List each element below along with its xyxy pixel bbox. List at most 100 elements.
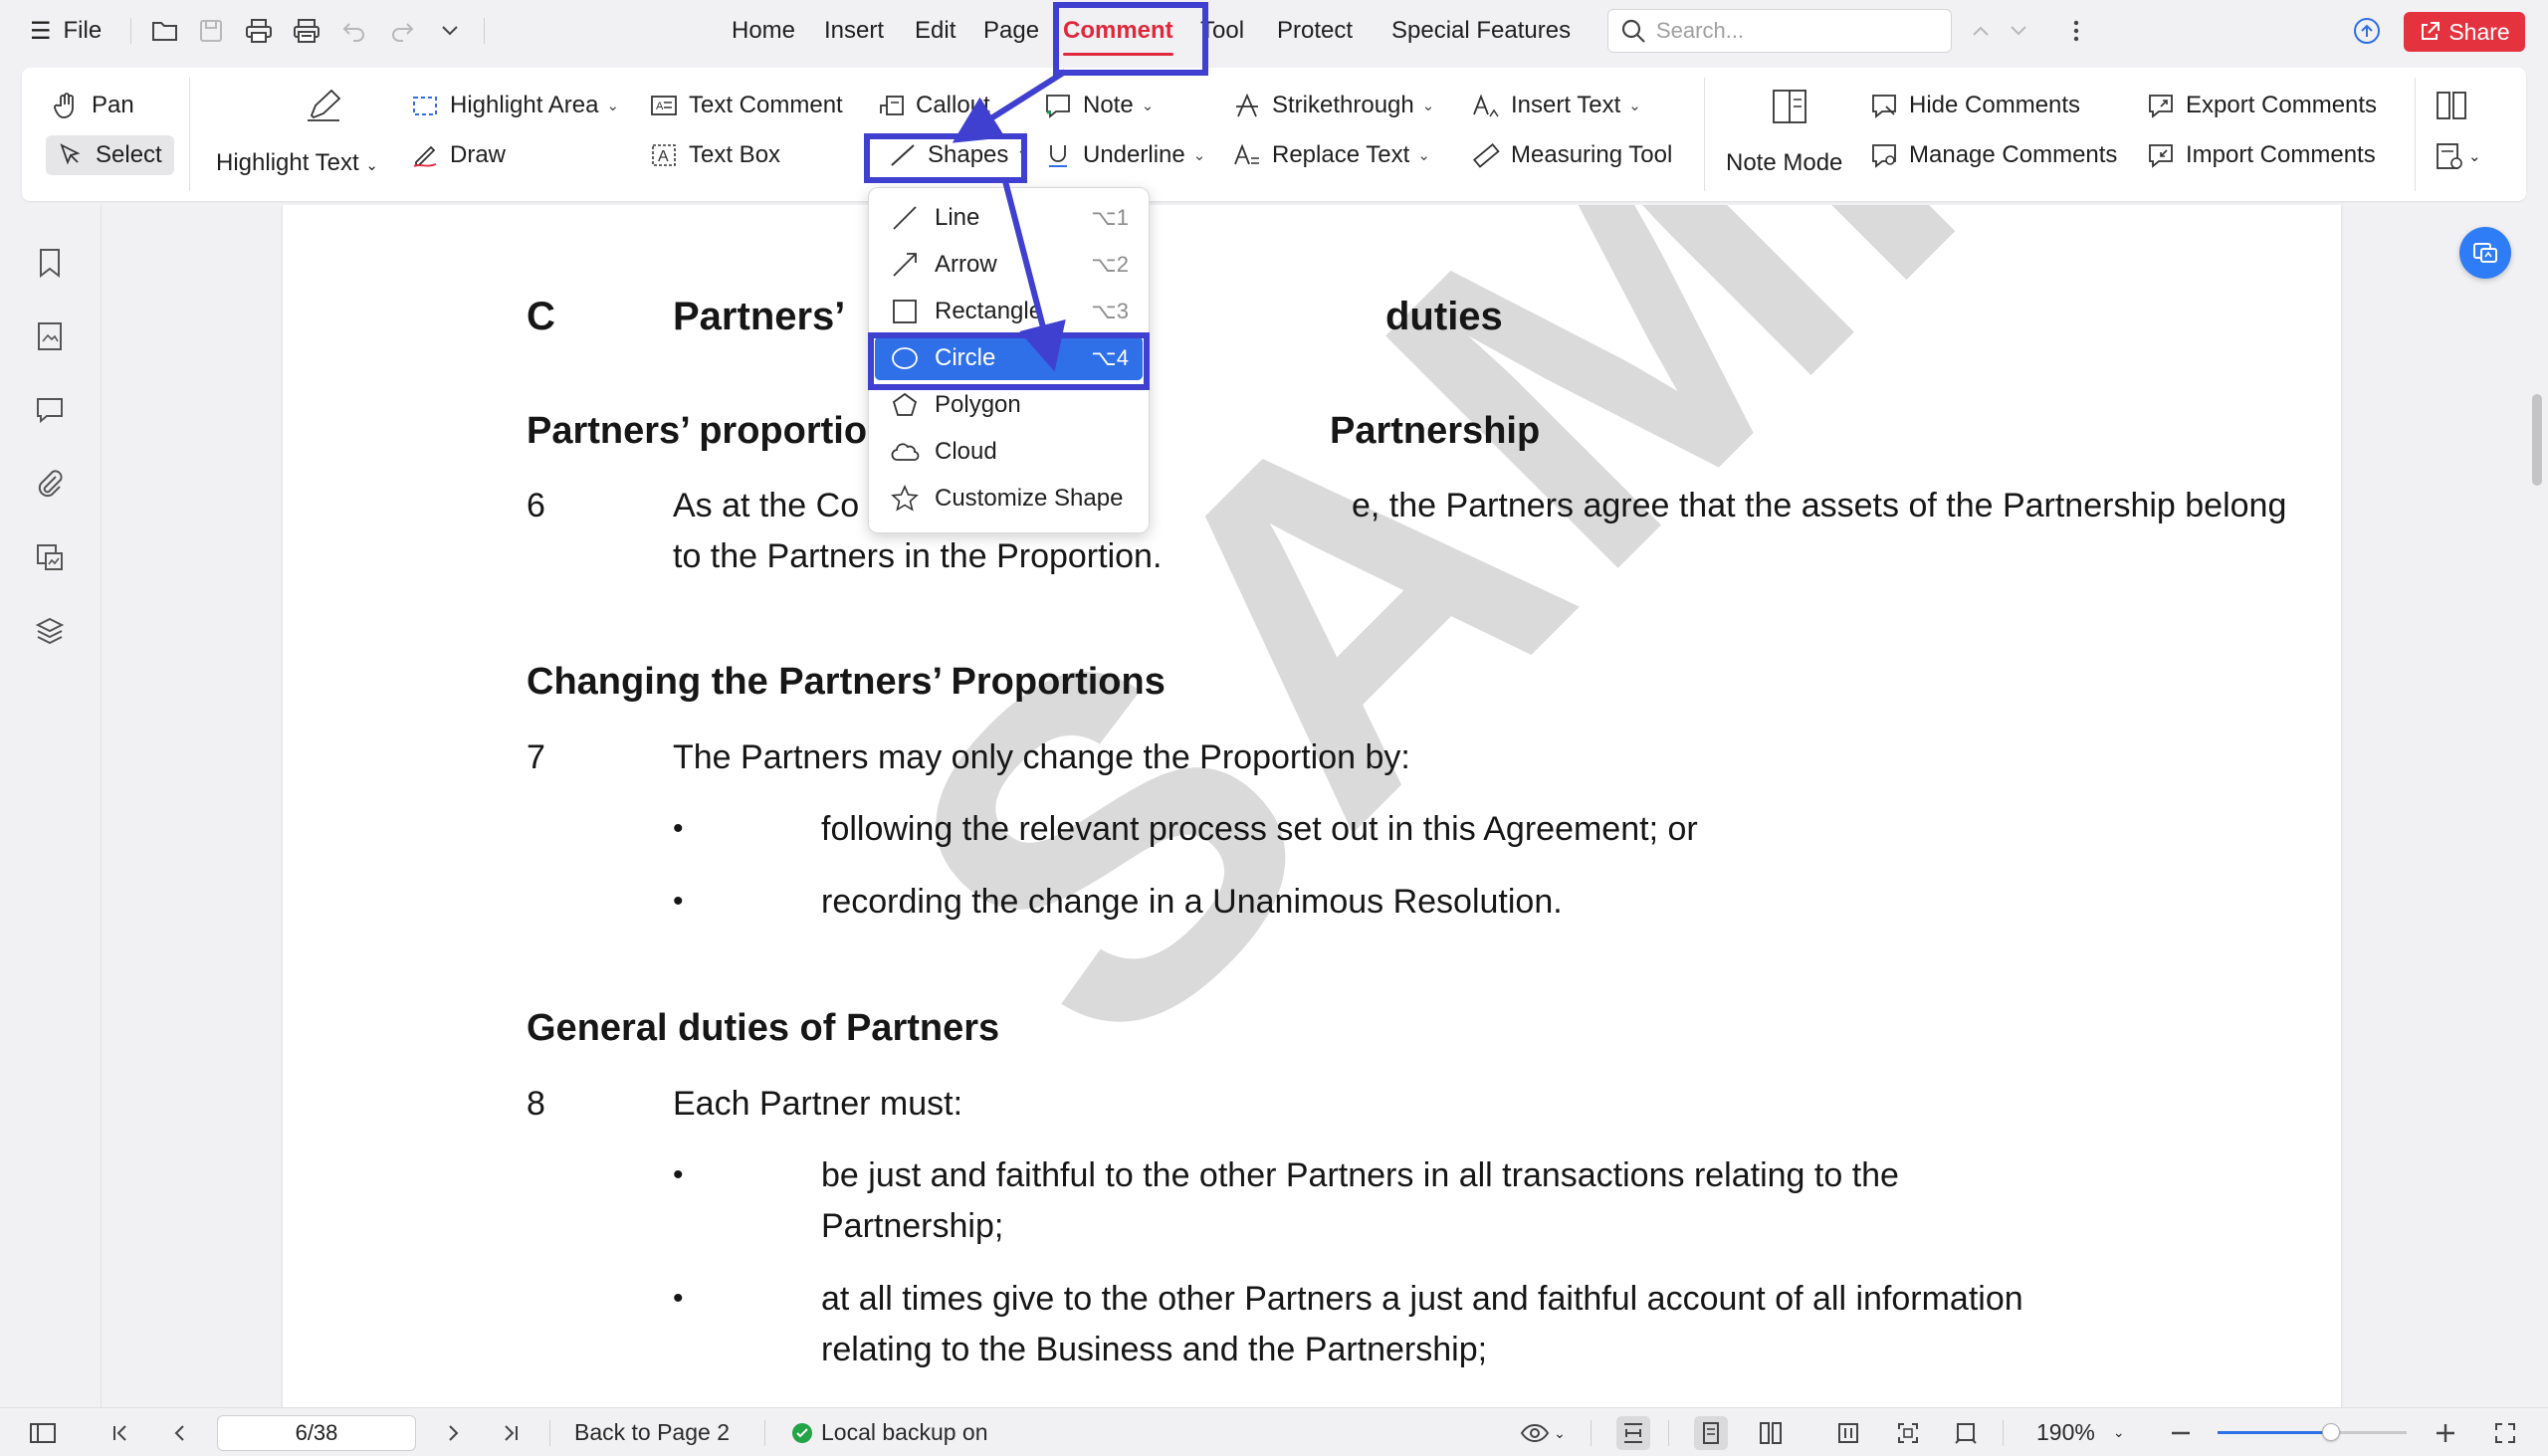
toggle-sidebar-icon[interactable] bbox=[26, 1416, 60, 1450]
strikethrough-button[interactable]: Strikethrough ⌄ bbox=[1232, 86, 1434, 125]
tab-special-features[interactable]: Special Features bbox=[1391, 14, 1571, 48]
two-page-icon[interactable] bbox=[1754, 1416, 1788, 1450]
signature-icon[interactable] bbox=[32, 539, 68, 575]
zoom-out-icon[interactable] bbox=[2164, 1416, 2198, 1450]
share-icon bbox=[2419, 21, 2441, 43]
cloud-upload-icon[interactable] bbox=[2351, 15, 2383, 47]
fit-width-icon[interactable] bbox=[1616, 1416, 1650, 1450]
redo-icon[interactable] bbox=[386, 15, 418, 47]
document-view[interactable]: SAMPLE C Partners’ duties Partners’ prop… bbox=[103, 205, 2521, 1407]
tab-protect[interactable]: Protect bbox=[1277, 14, 1353, 48]
note-mode-button[interactable]: Note Mode bbox=[1726, 82, 1855, 187]
comment-settings-dropdown[interactable]: ⌄ bbox=[2435, 141, 2481, 171]
bookmark-icon[interactable] bbox=[32, 245, 68, 281]
highlight-area-label: Highlight Area bbox=[450, 92, 599, 118]
undo-icon[interactable] bbox=[338, 15, 370, 47]
next-page-icon[interactable] bbox=[436, 1416, 470, 1450]
compare-icon[interactable] bbox=[2435, 90, 2468, 121]
read-mode-dropdown[interactable]: ⌄ bbox=[1513, 1416, 1573, 1450]
search-input[interactable] bbox=[1656, 18, 1935, 44]
print-preview-icon[interactable] bbox=[291, 15, 322, 47]
shape-item-label: Polygon bbox=[935, 391, 1021, 418]
zoom-slider[interactable] bbox=[2218, 1423, 2407, 1441]
share-button[interactable]: Share bbox=[2404, 12, 2525, 52]
shape-item-customize-shape[interactable]: Customize Shape bbox=[875, 477, 1143, 520]
tab-page[interactable]: Page bbox=[983, 14, 1039, 48]
zoom-level-dropdown[interactable]: 190% ⌄ bbox=[2036, 1408, 2125, 1456]
shape-item-label: Line bbox=[935, 204, 980, 231]
actual-size-icon[interactable] bbox=[1949, 1416, 1983, 1450]
insert-text-button[interactable]: Insert Text ⌄ bbox=[1471, 86, 1641, 125]
text-box-button[interactable]: A Text Box bbox=[649, 135, 780, 175]
ai-assistant-float-button[interactable] bbox=[2459, 227, 2511, 279]
highlight-area-button[interactable]: Highlight Area ⌄ bbox=[410, 86, 619, 125]
underline-label: Underline bbox=[1083, 141, 1185, 168]
thumbnail-icon[interactable] bbox=[32, 318, 68, 354]
tab-insert[interactable]: Insert bbox=[824, 14, 884, 48]
divider bbox=[2003, 1420, 2004, 1446]
highlight-text-label: Highlight Text bbox=[216, 149, 359, 176]
highlight-text-button[interactable]: Highlight Text ⌄ bbox=[216, 82, 378, 187]
divider bbox=[189, 78, 190, 191]
note-button[interactable]: Note ⌄ bbox=[1043, 86, 1154, 125]
clause-6-line1-left: As at the Co bbox=[673, 487, 860, 524]
shape-item-arrow[interactable]: Arrow ⌥2 bbox=[875, 243, 1143, 287]
search-next-chevron-down-icon[interactable] bbox=[2003, 15, 2034, 47]
backup-status[interactable]: Local backup on bbox=[791, 1408, 988, 1456]
print-icon[interactable] bbox=[243, 15, 275, 47]
hand-icon bbox=[52, 91, 82, 120]
divider bbox=[549, 1420, 550, 1446]
cloud-icon bbox=[889, 436, 921, 468]
fit-page-icon[interactable] bbox=[1891, 1416, 1925, 1450]
tab-edit[interactable]: Edit bbox=[915, 14, 956, 48]
shape-item-label: Customize Shape bbox=[935, 485, 1124, 512]
first-page-icon[interactable] bbox=[104, 1416, 137, 1450]
fullscreen-icon[interactable] bbox=[2488, 1416, 2522, 1450]
back-to-page-link[interactable]: Back to Page 2 bbox=[574, 1408, 730, 1456]
underline-button[interactable]: Underline ⌄ bbox=[1043, 135, 1205, 175]
shape-item-line[interactable]: Line ⌥1 bbox=[875, 196, 1143, 240]
previous-page-icon[interactable] bbox=[163, 1416, 197, 1450]
zoom-in-icon[interactable] bbox=[2429, 1416, 2462, 1450]
shape-item-label: Cloud bbox=[935, 438, 997, 465]
comments-icon[interactable] bbox=[32, 392, 68, 428]
zoom-level-label: 190% bbox=[2036, 1419, 2095, 1445]
search-prev-chevron-up-icon[interactable] bbox=[1965, 15, 1997, 47]
tab-home[interactable]: Home bbox=[732, 14, 795, 48]
measuring-tool-button[interactable]: Measuring Tool bbox=[1471, 135, 1672, 175]
last-page-icon[interactable] bbox=[494, 1416, 528, 1450]
page-number-input[interactable] bbox=[217, 1415, 416, 1451]
search-box[interactable] bbox=[1607, 9, 1952, 53]
single-page-icon[interactable] bbox=[1694, 1416, 1728, 1450]
pan-tool-button[interactable]: Pan bbox=[52, 86, 134, 125]
zoom-slider-knob[interactable] bbox=[2322, 1423, 2340, 1441]
more-chevron-down-icon[interactable] bbox=[434, 15, 466, 47]
bullet-dot: • bbox=[673, 1282, 684, 1315]
text-comment-button[interactable]: A Text Comment bbox=[649, 86, 843, 125]
text-comment-label: Text Comment bbox=[689, 92, 843, 118]
clause-7-text: The Partners may only change the Proport… bbox=[673, 738, 1410, 776]
select-tool-button[interactable]: Select bbox=[46, 135, 174, 175]
file-menu[interactable]: ☰ File bbox=[30, 14, 102, 48]
attachment-icon[interactable] bbox=[32, 466, 68, 502]
shape-item-cloud[interactable]: Cloud bbox=[875, 430, 1143, 474]
import-comments-button[interactable]: Import Comments bbox=[2146, 135, 2376, 175]
replace-text-button[interactable]: Replace Text ⌄ bbox=[1232, 135, 1430, 175]
open-folder-icon[interactable] bbox=[149, 15, 181, 47]
save-icon[interactable] bbox=[195, 15, 227, 47]
scrollbar-thumb[interactable] bbox=[2532, 394, 2542, 486]
vertical-scrollbar[interactable] bbox=[2526, 205, 2548, 1407]
export-comments-button[interactable]: Export Comments bbox=[2146, 86, 2377, 125]
clause-8-bullet-2-line2: relating to the Business and the Partner… bbox=[821, 1331, 1488, 1368]
shape-item-rectangle[interactable]: Rectangle ⌥3 bbox=[875, 290, 1143, 333]
continuous-scroll-icon[interactable] bbox=[1831, 1416, 1865, 1450]
polygon-icon bbox=[889, 389, 921, 421]
hide-comments-button[interactable]: Hide Comments bbox=[1869, 86, 2080, 125]
note-mode-icon bbox=[1770, 88, 1809, 125]
callout-button[interactable]: Callout bbox=[876, 86, 990, 125]
draw-button[interactable]: Draw bbox=[410, 135, 506, 175]
more-vertical-icon[interactable] bbox=[2060, 15, 2092, 47]
hide-comments-icon bbox=[1869, 91, 1899, 120]
manage-comments-button[interactable]: Manage Comments bbox=[1869, 135, 2117, 175]
layers-icon[interactable] bbox=[32, 613, 68, 649]
